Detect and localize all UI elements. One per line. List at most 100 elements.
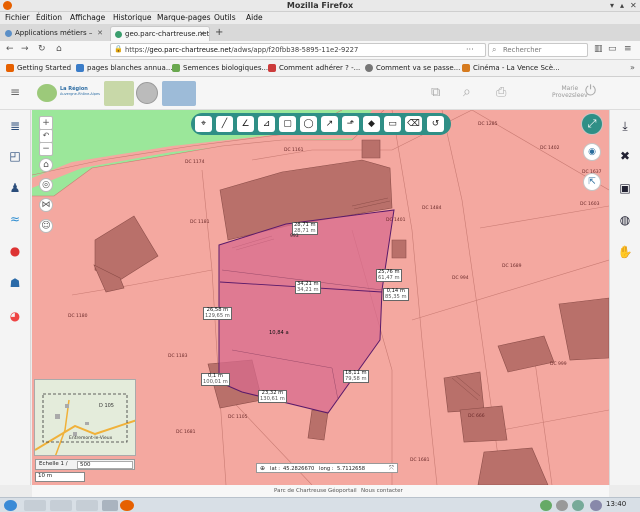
home-icon[interactable]: ⌂ — [56, 44, 62, 54]
back-icon[interactable]: ← — [6, 44, 14, 54]
bookmark-item[interactable]: pages blanches annua... — [76, 64, 173, 72]
firefox-task-icon[interactable] — [120, 500, 134, 511]
angle-tool-icon[interactable]: ∠ — [237, 116, 254, 132]
footer-link-parc[interactable]: Parc de Chartreuse — [274, 488, 326, 494]
url-prefix: https:// — [125, 46, 150, 54]
rotate-icon[interactable]: ↶ — [39, 129, 53, 143]
water-icon[interactable]: ≈ — [7, 211, 23, 227]
maximize-icon[interactable]: ▴ — [620, 1, 624, 10]
app-header: ≡ La Région Auvergne-Rhône-Alpes ⧉ ⌕ ⎙ M… — [0, 77, 640, 110]
taskbar-app[interactable] — [76, 500, 98, 511]
search-input[interactable]: ⌕ Rechercher — [488, 43, 588, 57]
bookmarks-toolbar: Getting Started pages blanches annua... … — [0, 60, 640, 77]
share-icon[interactable]: ⋈ — [39, 198, 53, 212]
area-label: 10,84 a — [269, 330, 289, 336]
minimap[interactable]: D 105 Entremont-le-Vieux — [34, 379, 136, 456]
eraser-tool-icon[interactable]: ⌫ — [405, 116, 422, 132]
bookmark-item[interactable]: Getting Started — [6, 64, 71, 72]
bookmark-item[interactable]: Semences biologiques... — [172, 64, 268, 72]
measure-toggle-icon[interactable]: ⤢ — [581, 113, 603, 135]
menu-historique[interactable]: Historique — [113, 13, 151, 22]
minimize-icon[interactable]: ▾ — [610, 1, 614, 10]
menu-marque-pages[interactable]: Marque-pages — [157, 13, 211, 22]
point-tool-icon[interactable]: ⌖ — [195, 116, 212, 132]
bookmarks-overflow-icon[interactable]: » — [630, 63, 635, 72]
hand-icon[interactable]: ✋ — [617, 244, 633, 260]
sidebar-icon[interactable]: ▭ — [608, 44, 617, 54]
close-coords-icon[interactable]: ⤧ — [389, 465, 394, 473]
taskbar-app[interactable] — [24, 500, 46, 511]
export-tool-icon[interactable]: ⬏ — [342, 116, 359, 132]
pin-icon[interactable]: ● — [7, 243, 23, 259]
power-icon[interactable]: ⏻ — [585, 83, 596, 99]
bookmark-item[interactable]: Cinéma - La Vence Scè... — [462, 64, 560, 72]
hamburger-menu-icon[interactable]: ≡ — [624, 44, 632, 54]
zoom-in-button[interactable]: + — [39, 116, 53, 130]
hiker-icon[interactable]: ♟ — [7, 180, 23, 196]
library-icon[interactable]: ▥ — [594, 44, 603, 54]
tools-icon[interactable]: ✖ — [617, 148, 633, 164]
undo-tool-icon[interactable]: ↺ — [427, 116, 444, 132]
print-icon[interactable]: ⎙ — [496, 85, 506, 100]
measure-angle-icon[interactable]: ⊿ — [258, 116, 275, 132]
volume-icon[interactable] — [590, 500, 602, 511]
line-tool-icon[interactable]: ╱ — [216, 116, 233, 132]
menu-affichage[interactable]: Affichage — [70, 13, 105, 22]
bookmark-item[interactable]: Comment adhérer ? -... — [268, 64, 360, 72]
tray-icon[interactable] — [540, 500, 552, 511]
footer-link-contact[interactable]: Nous contacter — [361, 488, 403, 494]
ruler-tool-icon[interactable]: ▭ — [384, 116, 401, 132]
download-icon[interactable]: ⤓ — [617, 118, 633, 134]
cursor-badge-icon[interactable]: ⇱ — [583, 173, 601, 191]
zoom-out-button[interactable]: − — [39, 142, 53, 156]
globe-icon[interactable]: ◍ — [617, 212, 633, 228]
window-title: Mozilla Firefox — [286, 1, 354, 10]
database-icon[interactable]: ≣ — [7, 118, 23, 134]
rectangle-tool-icon[interactable]: ▢ — [279, 116, 296, 132]
app-menu-icon[interactable]: ≡ — [10, 85, 20, 99]
home-extent-icon[interactable]: ⌂ — [39, 158, 53, 172]
reload-icon[interactable]: ↻ — [38, 44, 46, 54]
tab-geo[interactable]: geo.parc-chartreuse.net ✕ — [110, 26, 210, 41]
parcel-label: DC 1484 — [422, 206, 442, 211]
tab-close-icon[interactable]: ✕ — [199, 30, 205, 38]
taskbar-app[interactable] — [102, 500, 118, 511]
right-sidebar: ⤓ ✖ ▣ ◍ ✋ — [609, 110, 640, 485]
locate-icon[interactable]: ◎ — [39, 178, 53, 192]
screen-icon[interactable]: ▣ — [617, 180, 633, 196]
close-icon[interactable]: ✕ — [630, 1, 637, 10]
menu-edition[interactable]: Édition — [36, 13, 62, 22]
more-icon[interactable]: ··· — [466, 45, 474, 54]
menu-outils[interactable]: Outils — [214, 13, 236, 22]
new-tab-icon[interactable]: + — [215, 27, 223, 38]
vertex-label: 993 — [290, 234, 299, 239]
scale-control: Echelle 1 / 500 — [35, 459, 135, 470]
streetview-icon[interactable]: ☺ — [39, 219, 53, 233]
parcel-label: DC 1689 — [502, 264, 522, 269]
tab-close-icon[interactable]: ✕ — [97, 29, 103, 37]
tab-favicon — [115, 31, 122, 38]
tab-applications[interactable]: Applications métiers – ✕ — [1, 26, 107, 41]
arrow-tool-icon[interactable]: ↗ — [321, 116, 338, 132]
menu-aide[interactable]: Aide — [246, 13, 263, 22]
taskbar-app[interactable] — [50, 500, 72, 511]
footer-link-geoportail[interactable]: Géoportail — [328, 488, 357, 494]
forward-icon[interactable]: → — [21, 44, 29, 54]
fill-tool-icon[interactable]: ◆ — [363, 116, 380, 132]
search-map-icon[interactable]: ⌕ — [463, 84, 471, 100]
layers-icon[interactable]: ⧉ — [431, 85, 440, 100]
circle-tool-icon[interactable]: ◯ — [300, 116, 317, 132]
layer-badge-icon[interactable]: ◉ — [583, 143, 601, 161]
camera-icon[interactable]: ◰ — [7, 148, 23, 164]
url-bar[interactable]: 🔒 https://geo.parc-chartreuse.net/adws/a… — [110, 43, 486, 57]
start-menu-icon[interactable] — [4, 500, 17, 511]
url-path: /adws/app/f20fbb38-5895-11e2-9227 — [231, 46, 359, 54]
piechart-icon[interactable]: ◕ — [7, 308, 23, 324]
bookmark-item[interactable]: Comment va se passe... — [365, 64, 460, 72]
lon-label: long : — [319, 466, 334, 472]
scale-input[interactable]: 500 — [77, 461, 133, 469]
people-icon[interactable]: ☗ — [7, 275, 23, 291]
tray-icon[interactable] — [556, 500, 568, 511]
tray-icon[interactable] — [572, 500, 584, 511]
menu-fichier[interactable]: Fichier — [5, 13, 30, 22]
